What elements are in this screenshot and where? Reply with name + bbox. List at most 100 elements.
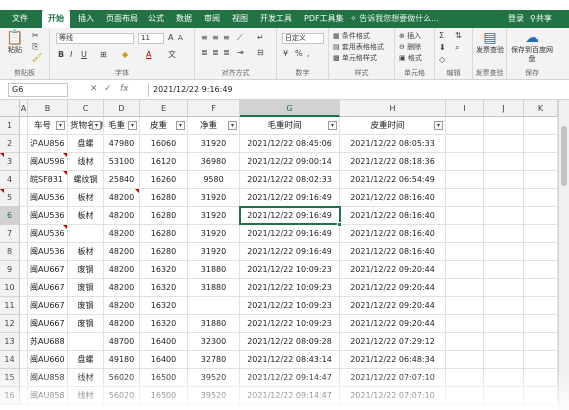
cell[interactable] (20, 135, 28, 153)
cell-tare-weight[interactable]: 16400 (140, 333, 188, 351)
header-gross-weight[interactable]: 毛重 ▾ (104, 117, 140, 135)
cell-gross-time[interactable]: 2021/12/22 09:14:47 (240, 369, 340, 387)
cell-goods-name[interactable]: 板材 (68, 243, 104, 261)
autosum-icon[interactable]: Σ (439, 31, 444, 41)
cell-tare-weight[interactable]: 16500 (140, 369, 188, 387)
align-center-icon[interactable]: ≣ (212, 48, 219, 58)
cell-car-number[interactable]: 闽AU536 (28, 225, 68, 243)
cell[interactable] (524, 297, 558, 315)
cell[interactable] (524, 225, 558, 243)
cell-goods-name[interactable]: 线材 (68, 369, 104, 387)
header-net-weight[interactable]: 净重 ▾ (188, 117, 240, 135)
column-header-k[interactable]: K (524, 100, 558, 117)
tab-data[interactable]: 数据 (176, 13, 192, 24)
column-header-c[interactable]: C (68, 100, 104, 117)
cell-gross-time[interactable]: 2021/12/22 10:09:23 (240, 261, 340, 279)
cell-goods-name[interactable]: 废钢 (68, 279, 104, 297)
cell-tare-time[interactable]: 2021/12/22 09:20:44 (340, 297, 446, 315)
filter-dropdown-icon[interactable]: ▾ (434, 121, 443, 130)
cell[interactable] (524, 333, 558, 351)
cell-gross-time[interactable]: 2021/12/22 09:16:49 (240, 225, 340, 243)
cell-gross-time[interactable]: 2021/12/22 09:14:47 (240, 387, 340, 405)
cell-tare-weight[interactable]: 16280 (140, 243, 188, 261)
cell-tare-time[interactable]: 2021/12/22 07:29:12 (340, 333, 446, 351)
font-color-icon[interactable]: A (146, 50, 151, 60)
cell-car-number[interactable]: 闽AU536 (28, 243, 68, 261)
cell[interactable] (524, 387, 558, 405)
sort-filter-icon[interactable]: ⇅ (455, 31, 462, 41)
cell[interactable] (20, 117, 28, 135)
cell-net-weight[interactable]: 36980 (188, 153, 240, 171)
cell-net-weight[interactable]: 31920 (188, 189, 240, 207)
format-cells-button[interactable]: ▣ 格式 (399, 53, 422, 63)
cell[interactable] (484, 297, 524, 315)
conditional-format-button[interactable]: ▦ 条件格式 (333, 31, 370, 41)
percent-icon[interactable]: % (295, 49, 303, 59)
comment-indicator[interactable] (63, 171, 67, 175)
cell-goods-name[interactable] (68, 333, 104, 351)
tab-formulas[interactable]: 公式 (148, 13, 164, 24)
column-header-d[interactable]: D (104, 100, 140, 117)
row-header[interactable]: 1 (0, 117, 20, 135)
increase-font-icon[interactable]: A (168, 33, 173, 43)
cell-tare-time[interactable]: 2021/12/22 08:16:40 (340, 189, 446, 207)
tab-page-layout[interactable]: 页面布局 (106, 13, 138, 24)
cell[interactable] (446, 261, 484, 279)
cell-tare-weight[interactable]: 16320 (140, 297, 188, 315)
comma-style-icon[interactable]: , (307, 49, 310, 59)
cell-gross-weight[interactable]: 48200 (104, 225, 140, 243)
cell[interactable] (484, 171, 524, 189)
wrap-text-icon[interactable]: ↵ (257, 33, 264, 43)
column-header-e[interactable]: E (140, 100, 188, 117)
cell-styles-button[interactable]: ▩ 单元格样式 (333, 53, 377, 63)
filter-dropdown-icon[interactable]: ▾ (56, 121, 65, 130)
cell[interactable] (446, 315, 484, 333)
cell-tare-weight[interactable]: 16320 (140, 261, 188, 279)
cell-car-number[interactable]: 闽AU660 (28, 351, 68, 369)
cell[interactable] (484, 189, 524, 207)
cell-car-number[interactable]: 闽AU667 (28, 297, 68, 315)
cell[interactable] (20, 315, 28, 333)
filter-dropdown-icon[interactable]: ▾ (176, 121, 185, 130)
cell[interactable] (446, 171, 484, 189)
cell-net-weight[interactable]: 31920 (188, 135, 240, 153)
cell[interactable] (446, 153, 484, 171)
cell-goods-name[interactable] (68, 225, 104, 243)
cell-gross-weight[interactable]: 48200 (104, 315, 140, 333)
cell-net-weight[interactable]: 31880 (188, 279, 240, 297)
row-header[interactable]: 11 (0, 297, 20, 315)
merge-center-icon[interactable]: ⊟ (257, 48, 264, 58)
header-car-number[interactable]: 车号 ▾ (28, 117, 68, 135)
phonetic-icon[interactable]: 文 (168, 50, 176, 60)
align-left-icon[interactable]: ≣ (201, 48, 208, 58)
cell[interactable] (524, 279, 558, 297)
cell-goods-name[interactable]: 盘螺 (68, 135, 104, 153)
vertical-scrollbar[interactable] (558, 100, 569, 410)
cell-goods-name[interactable]: 线材 (68, 387, 104, 405)
cell[interactable] (446, 297, 484, 315)
column-header-f[interactable]: F (188, 100, 240, 117)
cell-gross-time[interactable]: 2021/12/22 08:02:33 (240, 171, 340, 189)
formula-input[interactable]: 2021/12/22 9:16:49 (148, 83, 562, 97)
cell-gross-time[interactable]: 2021/12/22 09:16:49 (240, 243, 340, 261)
cell-net-weight[interactable]: 9580 (188, 171, 240, 189)
cell-tare-time[interactable]: 2021/12/22 08:16:40 (340, 207, 446, 225)
row-header[interactable]: 6 (0, 207, 20, 225)
tell-me-search[interactable]: ✧ 告诉我您想要做什么... (350, 13, 439, 24)
cell[interactable] (20, 189, 28, 207)
cell[interactable] (446, 189, 484, 207)
cell[interactable] (484, 279, 524, 297)
bold-icon[interactable]: B (58, 50, 64, 60)
cell-gross-weight[interactable]: 49180 (104, 351, 140, 369)
row-header[interactable]: 7 (0, 225, 20, 243)
decrease-font-icon[interactable]: A (178, 33, 183, 43)
cell-tare-weight[interactable]: 16280 (140, 189, 188, 207)
cell[interactable] (484, 207, 524, 225)
cell-car-number[interactable]: 闽AU667 (28, 261, 68, 279)
cell-gross-time[interactable]: 2021/12/22 09:16:49 (240, 207, 340, 225)
cell-net-weight[interactable]: 31920 (188, 207, 240, 225)
find-select-icon[interactable]: ⌕ (455, 43, 459, 53)
filter-dropdown-icon[interactable]: ▾ (92, 121, 101, 130)
cell[interactable] (484, 369, 524, 387)
cell-gross-time[interactable]: 2021/12/22 10:09:23 (240, 279, 340, 297)
